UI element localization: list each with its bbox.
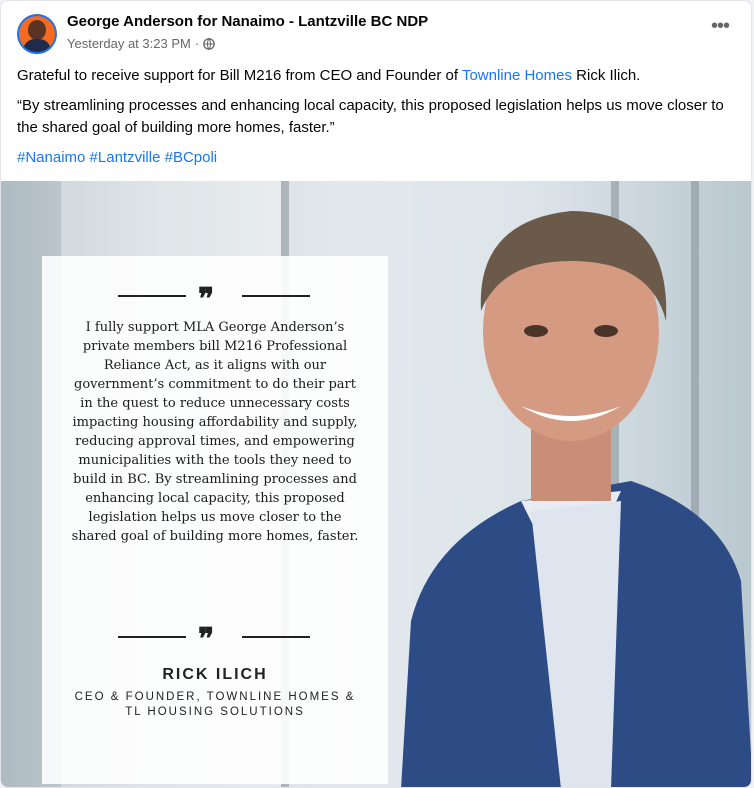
avatar-ring <box>17 14 57 54</box>
hashtags: #Nanaimo #Lantzville #BCpoli <box>17 147 737 169</box>
person-photo <box>401 211 751 787</box>
signature-name: RICK ILICH <box>162 666 268 683</box>
hashtag-nanaimo[interactable]: #Nanaimo <box>17 149 85 166</box>
hashtag-lantzville[interactable]: #Lantzville <box>90 149 161 166</box>
quote-mark-icon: ❞ <box>198 622 215 657</box>
quote-mark-icon: ❞ <box>198 282 215 317</box>
quote-card: ❞ I fully support MLA George Anderson’s … <box>42 256 388 784</box>
more-options-icon[interactable]: ••• <box>709 16 731 36</box>
signature-title: CEO & FOUNDER, TOWNLINE HOMES & TL HOUSI… <box>74 691 356 718</box>
quote-text: I fully support MLA George Anderson’s pr… <box>71 320 359 544</box>
page-avatar[interactable] <box>17 14 57 54</box>
meta-separator: · <box>194 36 200 51</box>
post-image[interactable]: ❞ I fully support MLA George Anderson’s … <box>1 181 751 787</box>
post-timestamp[interactable]: Yesterday at 3:23 PM <box>67 36 191 51</box>
facebook-post: George Anderson for Nanaimo - Lantzville… <box>0 0 752 788</box>
divider <box>242 295 310 297</box>
post-text: Grateful to receive support for Bill M21… <box>17 65 737 177</box>
post-line-1-after: Rick Ilich. <box>571 67 641 84</box>
globe-icon[interactable] <box>203 37 216 50</box>
post-header: George Anderson for Nanaimo - Lantzville… <box>1 1 751 61</box>
page-name-link[interactable]: George Anderson for Nanaimo - Lantzville… <box>67 13 428 30</box>
divider <box>242 636 310 638</box>
townline-homes-link[interactable]: Townline Homes <box>462 67 572 84</box>
post-quote: “By streamlining processes and enhancing… <box>17 97 724 136</box>
post-meta: Yesterday at 3:23 PM · <box>67 36 216 51</box>
divider <box>118 295 186 297</box>
post-line-1-before: Grateful to receive support for Bill M21… <box>17 67 462 84</box>
post-line-1: Grateful to receive support for Bill M21… <box>17 65 737 87</box>
divider <box>118 636 186 638</box>
hashtag-bcpoli[interactable]: #BCpoli <box>165 149 218 166</box>
